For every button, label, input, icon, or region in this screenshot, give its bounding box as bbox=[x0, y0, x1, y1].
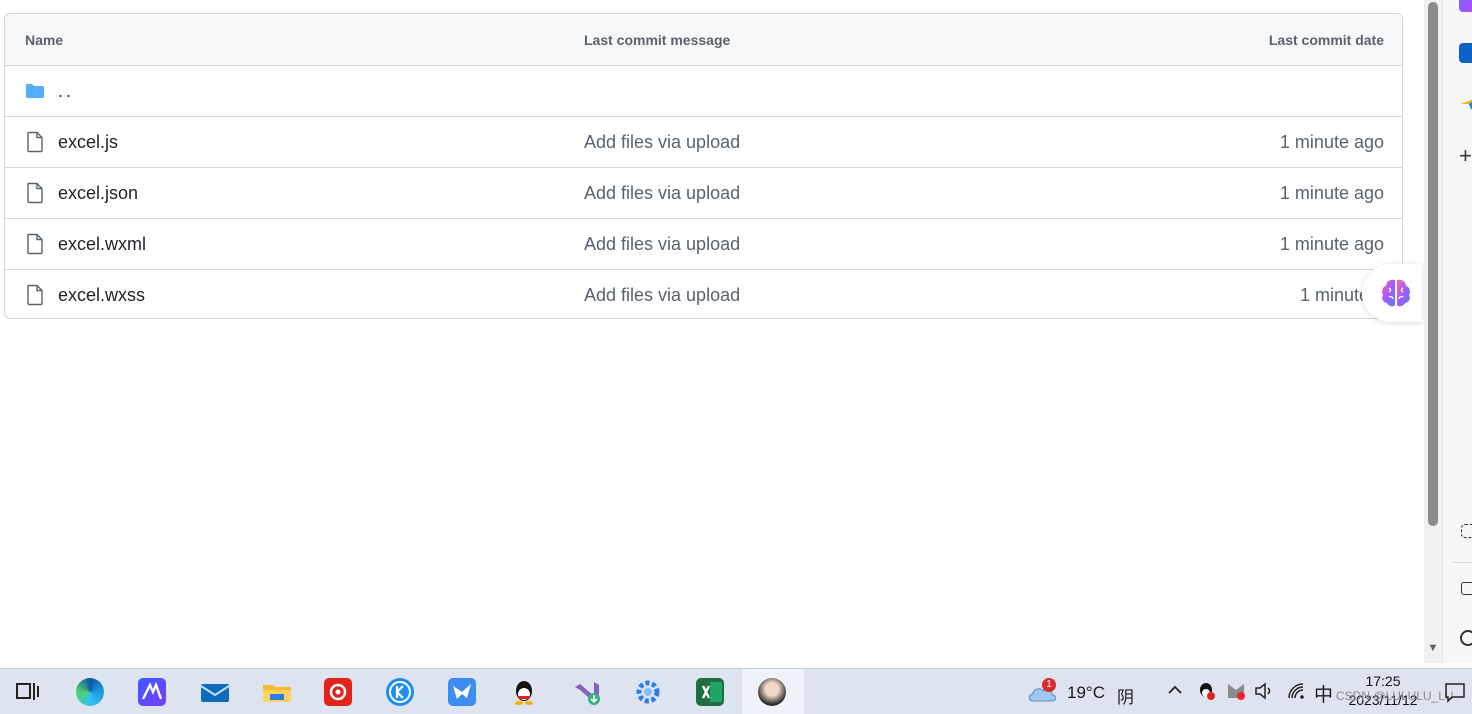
file-name-link[interactable]: excel.wxss bbox=[58, 285, 145, 306]
table-row[interactable]: excel.wxml Add files via upload 1 minute… bbox=[5, 219, 1402, 270]
show-hidden-icons-chevron-icon[interactable] bbox=[1166, 681, 1184, 699]
file-name-link[interactable]: excel.json bbox=[58, 183, 138, 204]
open-external-icon[interactable] bbox=[1461, 582, 1472, 595]
table-row[interactable]: excel.js Add files via upload 1 minute a… bbox=[5, 117, 1402, 168]
netease-music-icon[interactable] bbox=[324, 678, 352, 706]
screenshot-icon[interactable] bbox=[1461, 524, 1472, 538]
file-icon bbox=[27, 182, 43, 204]
input-method-indicator[interactable]: 中 bbox=[1314, 680, 1333, 707]
vertical-scrollbar[interactable]: ▼ bbox=[1424, 0, 1442, 663]
weather-condition: 阴 bbox=[1117, 688, 1134, 707]
kugou-icon[interactable] bbox=[386, 678, 414, 706]
weather-widget[interactable]: 1 19°C 阴 bbox=[1026, 677, 1146, 707]
vscode-like-icon[interactable] bbox=[138, 678, 166, 706]
commit-message-link[interactable]: Add files via upload bbox=[584, 132, 740, 153]
sidebar-divider bbox=[1453, 562, 1472, 563]
copilot-icon[interactable] bbox=[1459, 0, 1472, 12]
qq-icon[interactable] bbox=[510, 678, 538, 706]
task-view-icon[interactable] bbox=[14, 678, 42, 706]
excel-icon[interactable] bbox=[696, 678, 724, 706]
table-row[interactable]: excel.json Add files via upload 1 minute… bbox=[5, 168, 1402, 219]
file-icon bbox=[27, 131, 43, 153]
page: Name Last commit message Last commit dat… bbox=[0, 0, 1424, 663]
scrollbar-thumb[interactable] bbox=[1428, 2, 1438, 526]
settings-gear-app-icon[interactable] bbox=[634, 678, 662, 706]
browser-sidebar: + bbox=[1442, 0, 1472, 663]
qq-tray-icon[interactable] bbox=[1196, 681, 1216, 701]
ai-assistant-button[interactable] bbox=[1362, 264, 1422, 322]
outlook-icon[interactable] bbox=[1459, 43, 1472, 63]
commit-message-link[interactable]: Add files via upload bbox=[584, 234, 740, 255]
avatar-app-icon[interactable] bbox=[758, 678, 786, 706]
commit-message-link[interactable]: Add files via upload bbox=[584, 183, 740, 204]
file-name-link[interactable]: excel.js bbox=[58, 132, 118, 153]
csdn-watermark: CSDN @LULULU_LU bbox=[1336, 689, 1454, 703]
table-row[interactable]: excel.wxss Add files via upload 1 minute… bbox=[5, 270, 1402, 318]
visual-studio-installer-icon[interactable] bbox=[572, 678, 600, 706]
file-explorer-icon[interactable] bbox=[262, 678, 291, 706]
weather-badge: 1 bbox=[1042, 678, 1056, 692]
parent-directory-link[interactable]: .. bbox=[58, 81, 74, 102]
header-last-commit-message: Last commit message bbox=[584, 32, 731, 48]
file-list-table: Name Last commit message Last commit dat… bbox=[4, 13, 1403, 319]
wifi-icon[interactable] bbox=[1286, 681, 1306, 701]
commit-date: 1 minute ago bbox=[1279, 132, 1384, 152]
table-header: Name Last commit message Last commit dat… bbox=[5, 14, 1402, 66]
settings-icon[interactable] bbox=[1460, 630, 1472, 646]
file-icon bbox=[27, 284, 43, 306]
header-name: Name bbox=[25, 32, 64, 48]
commit-date: 1 minute ago bbox=[1279, 234, 1384, 254]
brain-icon bbox=[1382, 279, 1410, 307]
parent-directory-row[interactable]: .. bbox=[5, 66, 1402, 117]
feishu-icon[interactable] bbox=[448, 678, 476, 706]
add-icon[interactable]: + bbox=[1459, 145, 1472, 167]
commit-message-link[interactable]: Add files via upload bbox=[584, 285, 740, 306]
scroll-down-arrow-icon[interactable]: ▼ bbox=[1427, 642, 1439, 656]
windows-taskbar: 1 19°C 阴 中 17:25 2023/11/12 CSDN @LULULU… bbox=[0, 668, 1472, 714]
header-last-commit-date: Last commit date bbox=[1268, 32, 1384, 48]
mail-icon[interactable] bbox=[200, 678, 230, 706]
security-tray-icon[interactable] bbox=[1226, 681, 1246, 701]
volume-icon[interactable] bbox=[1254, 681, 1274, 701]
folder-icon bbox=[26, 84, 44, 98]
edge-icon[interactable] bbox=[76, 678, 104, 706]
commit-date: 1 minute ago bbox=[1279, 183, 1384, 203]
file-icon bbox=[27, 233, 43, 255]
favorites-icon[interactable] bbox=[1459, 92, 1472, 112]
weather-temperature: 19°C bbox=[1067, 683, 1105, 702]
file-name-link[interactable]: excel.wxml bbox=[58, 234, 146, 255]
notification-center-icon[interactable] bbox=[1444, 681, 1466, 703]
